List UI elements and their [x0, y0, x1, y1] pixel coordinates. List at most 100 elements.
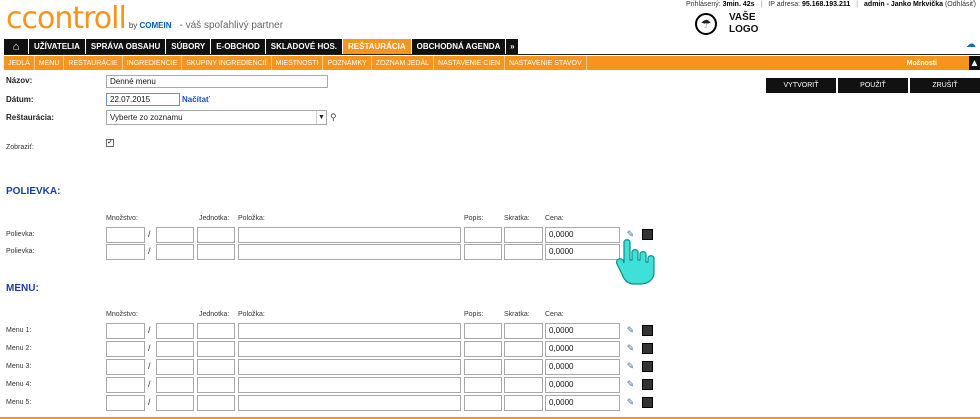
separator: /: [148, 361, 151, 371]
price-input[interactable]: 0,0000: [545, 395, 620, 411]
subnav-restaurants[interactable]: Reštaurácie: [64, 56, 123, 70]
price-input[interactable]: 0,0000: [545, 377, 620, 393]
subnav-ingredient-groups[interactable]: Skupiny ingrediencií: [182, 56, 272, 70]
name-label: Názov:: [6, 76, 33, 85]
quantity-input[interactable]: [106, 359, 145, 375]
description-input[interactable]: [464, 323, 502, 339]
price-input[interactable]: 0,0000: [545, 323, 620, 339]
create-button[interactable]: VYTVORIŤ: [766, 78, 836, 93]
logout-link[interactable]: (Odhlásiť): [945, 1, 976, 8]
unit-input[interactable]: [197, 359, 235, 375]
subnav-state-settings[interactable]: Nastavenie stavov: [505, 56, 587, 70]
nav-more-button[interactable]: »: [506, 39, 518, 54]
short-input[interactable]: [504, 323, 543, 339]
quantity-divisor-input[interactable]: [156, 227, 194, 243]
quantity-input[interactable]: [106, 227, 145, 243]
nav-users[interactable]: UŽÍVATELIA: [29, 39, 86, 54]
nav-files[interactable]: SÚBORY: [166, 39, 212, 54]
description-input[interactable]: [464, 244, 502, 260]
unit-input[interactable]: [197, 227, 235, 243]
short-input[interactable]: [504, 341, 543, 357]
short-input[interactable]: [504, 359, 543, 375]
col-short: Skratka:: [504, 311, 530, 318]
description-input[interactable]: [464, 377, 502, 393]
subnav-menu[interactable]: Menu: [35, 56, 65, 70]
price-input[interactable]: 0,0000: [545, 227, 620, 243]
short-input[interactable]: [504, 244, 543, 260]
unit-input[interactable]: [197, 323, 235, 339]
restaurant-select[interactable]: Vyberte zo zoznamu ▼: [106, 110, 327, 125]
subnav-price-settings[interactable]: Nastavenie cien: [434, 56, 506, 70]
short-input[interactable]: [504, 395, 543, 411]
subnav-notes[interactable]: Poznámky: [323, 56, 372, 70]
name-input[interactable]: [106, 75, 328, 88]
delete-icon[interactable]: [642, 361, 653, 372]
quantity-divisor-input[interactable]: [156, 359, 194, 375]
quantity-divisor-input[interactable]: [156, 341, 194, 357]
delete-icon[interactable]: [642, 379, 653, 390]
description-input[interactable]: [464, 227, 502, 243]
item-input[interactable]: [238, 323, 461, 339]
item-input[interactable]: [238, 341, 461, 357]
hand-cursor-icon: [615, 239, 655, 285]
description-input[interactable]: [464, 359, 502, 375]
nav-content[interactable]: SPRÁVA OBSAHU: [86, 39, 167, 54]
item-input[interactable]: [238, 377, 461, 393]
edit-icon[interactable]: ✎: [625, 325, 636, 336]
delete-icon[interactable]: [642, 397, 653, 408]
load-link[interactable]: Načítať: [182, 95, 210, 104]
home-icon[interactable]: ⌂: [4, 39, 29, 54]
search-icon[interactable]: ⚲: [330, 112, 337, 123]
quantity-input[interactable]: [106, 323, 145, 339]
scroll-up-icon[interactable]: ▲: [969, 56, 980, 70]
nav-eshop[interactable]: E-OBCHOD: [211, 39, 266, 54]
description-input[interactable]: [464, 341, 502, 357]
delete-icon[interactable]: [642, 343, 653, 354]
separator: /: [148, 397, 151, 407]
col-unit: Jednotka:: [199, 215, 230, 222]
item-input[interactable]: [238, 395, 461, 411]
col-price: Cena:: [545, 311, 564, 318]
short-input[interactable]: [504, 227, 543, 243]
quantity-input[interactable]: [106, 377, 145, 393]
description-input[interactable]: [464, 395, 502, 411]
item-input[interactable]: [238, 244, 461, 260]
unit-input[interactable]: [197, 377, 235, 393]
menu-row-label: Menu 2:: [6, 345, 32, 352]
nav-warehouse[interactable]: SKLADOVÉ HOS.: [266, 39, 343, 54]
edit-icon[interactable]: ✎: [625, 379, 636, 390]
edit-icon[interactable]: ✎: [625, 361, 636, 372]
delete-icon[interactable]: [642, 325, 653, 336]
quantity-input[interactable]: [106, 244, 145, 260]
subnav-meal-list[interactable]: Zoznam jedál: [372, 56, 435, 70]
edit-icon[interactable]: ✎: [625, 343, 636, 354]
date-input[interactable]: [106, 93, 180, 106]
price-input[interactable]: 0,0000: [545, 359, 620, 375]
quantity-input[interactable]: [106, 341, 145, 357]
quantity-input[interactable]: [106, 395, 145, 411]
subnav-meals[interactable]: Jedlá: [4, 56, 35, 70]
unit-input[interactable]: [197, 341, 235, 357]
unit-input[interactable]: [197, 244, 235, 260]
soup-row-label: Polievka:: [6, 231, 35, 238]
quantity-divisor-input[interactable]: [156, 395, 194, 411]
nav-restaurant[interactable]: REŠTAURÁCIA: [343, 39, 412, 54]
item-input[interactable]: [238, 227, 461, 243]
options-menu[interactable]: Možnosti: [907, 56, 937, 70]
unit-input[interactable]: [197, 395, 235, 411]
short-input[interactable]: [504, 377, 543, 393]
quantity-divisor-input[interactable]: [156, 377, 194, 393]
restaurant-label: Reštaurácia:: [6, 113, 55, 122]
price-input[interactable]: 0,0000: [545, 244, 620, 260]
quantity-divisor-input[interactable]: [156, 323, 194, 339]
price-input[interactable]: 0,0000: [545, 341, 620, 357]
cancel-button[interactable]: ZRUŠIŤ: [910, 78, 980, 93]
nav-agenda[interactable]: OBCHODNÁ AGENDA: [412, 39, 507, 54]
show-checkbox[interactable]: ✓: [106, 139, 114, 147]
use-button[interactable]: POUŽIŤ: [838, 78, 908, 93]
subnav-ingredients[interactable]: Ingrediencie: [123, 56, 183, 70]
quantity-divisor-input[interactable]: [156, 244, 194, 260]
item-input[interactable]: [238, 359, 461, 375]
edit-icon[interactable]: ✎: [625, 397, 636, 408]
subnav-rooms[interactable]: Miestnosti: [272, 56, 324, 70]
